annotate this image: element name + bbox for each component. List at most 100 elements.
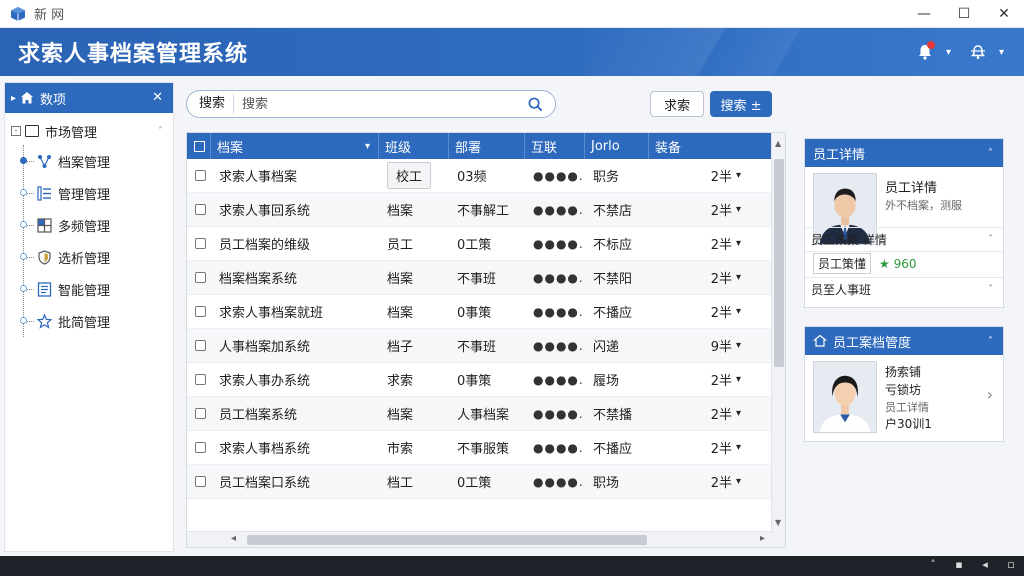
chevron-down-icon[interactable]: ▾ [736, 204, 741, 215]
chevron-down-icon[interactable]: ▾ [736, 238, 741, 249]
table-row[interactable]: 员工档案的维级 员工 0工策 ●●●●. 不标应 2半 ▾ [187, 227, 771, 261]
search-input[interactable] [234, 93, 525, 115]
archive-line-3: 员工详情 [885, 401, 929, 414]
card-header[interactable]: 员工案档管度 ˄ [805, 327, 1003, 355]
sidebar-close-icon[interactable]: ✕ [152, 90, 163, 105]
bell-icon[interactable] [914, 41, 936, 63]
cell-jorlo-text: 不禁店 [593, 204, 633, 219]
query-button[interactable]: 求索 [650, 91, 704, 117]
checkbox-icon[interactable] [195, 476, 206, 487]
info-row-detail[interactable]: 员工策案 详情 ˅ [805, 227, 1003, 251]
chevron-down-icon[interactable]: ▾ [736, 408, 741, 419]
chevron-down-icon[interactable]: ▾ [736, 442, 741, 453]
select-all-checkbox[interactable] [187, 133, 211, 159]
sidebar-header[interactable]: ▸ 数项 ✕ [5, 83, 173, 113]
chevron-up-icon[interactable]: ˄ [988, 148, 993, 159]
row-checkbox[interactable] [187, 295, 211, 329]
table-row[interactable]: 求索人事档系统 市索 不事服策 ●●●●. 不播应 2半 ▾ [187, 431, 771, 465]
column-header-link[interactable]: 互联 [525, 133, 585, 159]
table-row[interactable]: 求索人事档案 校工 03频 ●●●●. 职务 2半 ▾ [187, 159, 771, 193]
network-tray-icon[interactable]: ▪ [952, 558, 966, 572]
caret-up-icon[interactable]: ˄ [926, 558, 940, 572]
cell-class: 档案 [379, 397, 449, 431]
sidebar-item-analysis[interactable]: 选析管理 [20, 241, 173, 273]
column-header-equip[interactable]: 装备 [649, 133, 771, 159]
tree-node-dot [20, 157, 27, 164]
sidebar-item-label: 档案管理 [58, 155, 111, 171]
cell-class-text: 求索 [387, 374, 414, 389]
chevron-down-icon[interactable]: ▾ [736, 374, 741, 385]
table-row[interactable]: 求索人事办系统 求索 0事策 ●●●●. 履场 2半 ▾ [187, 363, 771, 397]
scroll-right-icon[interactable]: ▸ [760, 533, 765, 544]
alert-bell-icon[interactable] [967, 41, 989, 63]
scrollbar-thumb[interactable] [247, 535, 647, 545]
chevron-down-icon[interactable]: ▾ [736, 306, 741, 317]
row-checkbox[interactable] [187, 329, 211, 363]
search-icon[interactable] [525, 94, 545, 114]
chevron-right-icon[interactable]: › [987, 385, 993, 404]
tree-root[interactable]: - 市场管理 ˄ [5, 117, 173, 145]
info-row-hr[interactable]: 员至人事班 ˅ [805, 277, 1003, 301]
column-header-class[interactable]: 班级 [379, 133, 449, 159]
notification-tray-icon[interactable]: ▫ [1004, 558, 1018, 572]
chevron-down-icon[interactable]: ▾ [946, 47, 951, 58]
table-row[interactable]: 人事档案加系统 档子 不事班 ●●●●. 闪递 9半 ▾ [187, 329, 771, 363]
row-checkbox[interactable] [187, 465, 211, 499]
sidebar-item-batch[interactable]: 批简管理 [20, 305, 173, 337]
row-checkbox[interactable] [187, 227, 211, 261]
checkbox-icon[interactable] [195, 340, 206, 351]
chevron-down-icon[interactable]: ▾ [736, 272, 741, 283]
chevron-up-icon[interactable]: ˄ [988, 336, 993, 347]
chevron-down-icon[interactable]: ▾ [736, 476, 741, 487]
cell-dept: 不事服策 [449, 431, 525, 465]
horizontal-scrollbar[interactable]: ◂ ▸ [187, 531, 773, 547]
chevron-down-icon[interactable]: ▾ [736, 170, 741, 181]
sidebar-item-management[interactable]: 管理管理 [20, 177, 173, 209]
checkbox-icon[interactable] [195, 272, 206, 283]
sidebar-item-smart[interactable]: 智能管理 [20, 273, 173, 305]
checkbox-icon[interactable] [195, 442, 206, 453]
collapse-toggle[interactable]: - [11, 126, 21, 136]
chevron-down-icon[interactable]: ▾ [365, 141, 370, 152]
column-header-dept[interactable]: 部署 [449, 133, 525, 159]
checkbox-icon[interactable] [195, 306, 206, 317]
table-row[interactable]: 员工档案系统 档案 人事档案 ●●●●. 不禁播 2半 ▾ [187, 397, 771, 431]
chevron-down-icon[interactable]: ▾ [736, 340, 741, 351]
search-button[interactable]: 搜索 ± [710, 91, 772, 117]
row-checkbox[interactable] [187, 193, 211, 227]
table-row[interactable]: 求索人事回系统 档案 不事解工 ●●●●. 不禁店 2半 ▾ [187, 193, 771, 227]
checkbox-icon[interactable] [195, 374, 206, 385]
volume-icon[interactable]: ◂ [978, 558, 992, 572]
minimize-button[interactable]: — [904, 0, 944, 28]
row-checkbox[interactable] [187, 431, 211, 465]
cell-dept: 0工策 [449, 465, 525, 499]
scroll-up-icon[interactable]: ▲ [775, 139, 781, 148]
maximize-button[interactable]: ☐ [944, 0, 984, 28]
checkbox-icon[interactable] [195, 204, 206, 215]
row-checkbox[interactable] [187, 397, 211, 431]
close-button[interactable]: ✕ [984, 0, 1024, 28]
column-header-archive[interactable]: 档案 ▾ [211, 133, 379, 159]
document-icon [36, 281, 52, 297]
chevron-up-icon[interactable]: ˄ [158, 126, 163, 137]
table-row[interactable]: 求索人事档案就班 档案 0事策 ●●●●. 不播应 2半 ▾ [187, 295, 771, 329]
row-checkbox[interactable] [187, 261, 211, 295]
chevron-down-icon[interactable]: ˅ [988, 234, 993, 245]
sidebar-item-archive[interactable]: 档案管理 [20, 145, 173, 177]
scroll-down-icon[interactable]: ▼ [775, 518, 781, 527]
chevron-down-icon[interactable]: ▾ [999, 47, 1004, 58]
table-row[interactable]: 员工档案口系统 档工 0工策 ●●●●. 职场 2半 ▾ [187, 465, 771, 499]
sidebar-item-multi[interactable]: 多频管理 [20, 209, 173, 241]
checkbox-icon[interactable] [195, 170, 206, 181]
vertical-scrollbar[interactable]: ▲ ▼ [771, 133, 785, 547]
checkbox-icon[interactable] [195, 238, 206, 249]
row-checkbox[interactable] [187, 363, 211, 397]
card-header[interactable]: 员工详情 ˄ [805, 139, 1003, 167]
scroll-left-icon[interactable]: ◂ [231, 533, 236, 544]
chevron-down-icon[interactable]: ˅ [988, 284, 993, 295]
row-checkbox[interactable] [187, 159, 211, 193]
column-header-jorlo[interactable]: Jorlo [585, 133, 649, 159]
table-row[interactable]: 档案档案系统 档案 不事班 ●●●●. 不禁阳 2半 ▾ [187, 261, 771, 295]
scrollbar-thumb[interactable] [774, 159, 784, 367]
checkbox-icon[interactable] [195, 408, 206, 419]
